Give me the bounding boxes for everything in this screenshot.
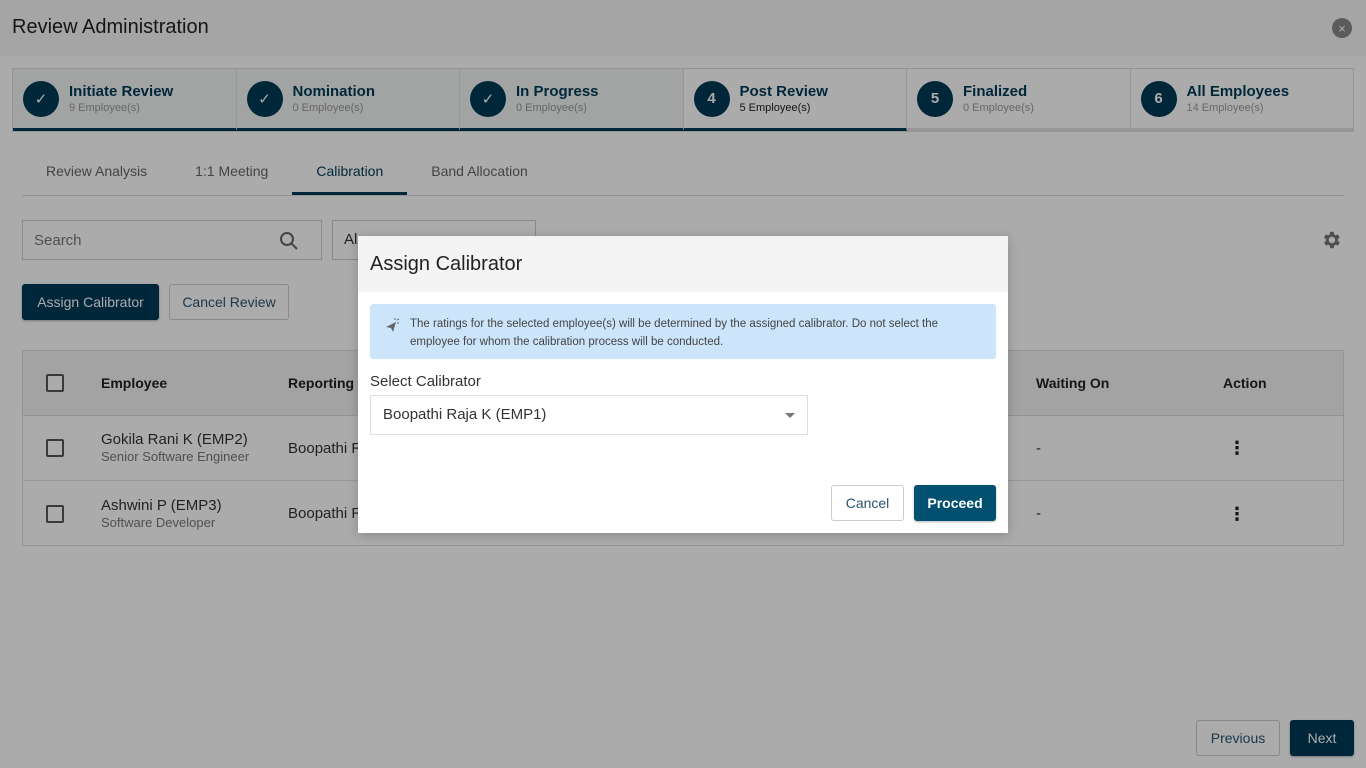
proceed-button[interactable]: Proceed bbox=[914, 485, 996, 521]
info-alert: The ratings for the selected employee(s)… bbox=[370, 304, 996, 359]
assign-calibrator-modal: Assign Calibrator The ratings for the se… bbox=[358, 236, 1008, 533]
modal-header: Assign Calibrator bbox=[358, 236, 1008, 292]
calibrator-dropdown[interactable]: Boopathi Raja K (EMP1) bbox=[370, 395, 808, 435]
select-calibrator-label: Select Calibrator bbox=[370, 373, 481, 390]
modal-title: Assign Calibrator bbox=[370, 252, 523, 275]
megaphone-icon bbox=[386, 318, 400, 332]
selected-calibrator: Boopathi Raja K (EMP1) bbox=[383, 406, 547, 423]
cancel-button[interactable]: Cancel bbox=[831, 485, 904, 521]
caret-down-icon bbox=[785, 413, 795, 418]
info-text: The ratings for the selected employee(s)… bbox=[410, 318, 939, 348]
